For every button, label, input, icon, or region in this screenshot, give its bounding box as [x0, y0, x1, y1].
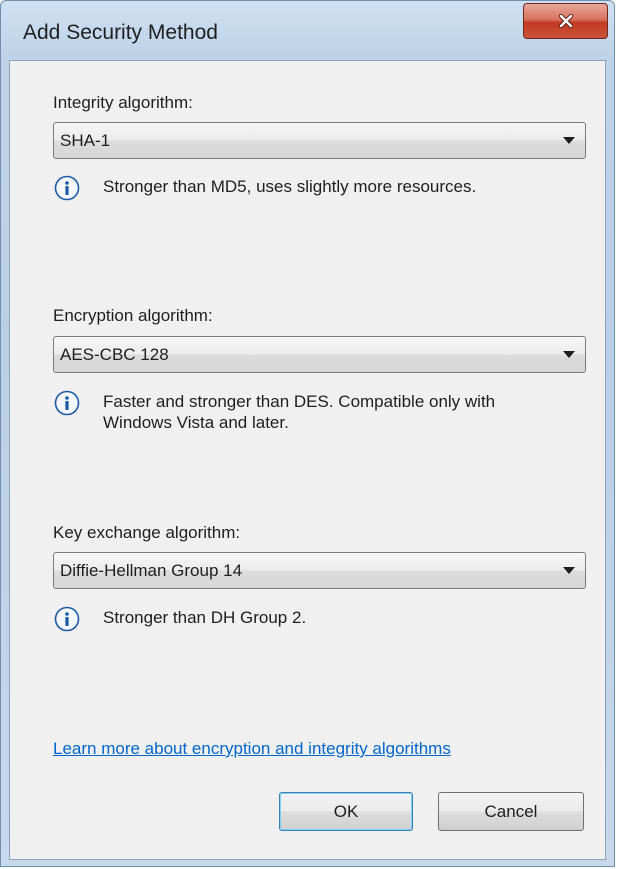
- close-icon: [558, 13, 573, 29]
- info-icon: [54, 390, 80, 416]
- encryption-dropdown[interactable]: AES-CBC 128: [53, 336, 586, 373]
- chevron-down-icon: [563, 351, 575, 358]
- key-exchange-info-text: Stronger than DH Group 2.: [103, 608, 307, 627]
- chevron-down-icon: [563, 567, 575, 574]
- close-button[interactable]: [523, 3, 608, 39]
- key-exchange-selected-value: Diffie-Hellman Group 14: [60, 561, 243, 580]
- key-exchange-dropdown[interactable]: Diffie-Hellman Group 14: [53, 552, 586, 589]
- encryption-selected-value: AES-CBC 128: [60, 345, 169, 364]
- window-title: Add Security Method: [23, 21, 218, 44]
- encryption-label: Encryption algorithm:: [53, 306, 213, 325]
- info-icon: [54, 175, 80, 201]
- dialog-window: Add Security Method Integrity algorithm:…: [0, 0, 615, 867]
- integrity-label: Integrity algorithm:: [53, 93, 193, 112]
- cancel-button[interactable]: Cancel: [438, 792, 584, 831]
- integrity-selected-value: SHA-1: [60, 131, 111, 150]
- title-bar[interactable]: Add Security Method: [1, 1, 614, 61]
- info-icon: [54, 606, 80, 632]
- key-exchange-label: Key exchange algorithm:: [53, 523, 241, 542]
- integrity-dropdown[interactable]: SHA-1: [53, 122, 586, 159]
- dialog-content: Integrity algorithm: SHA-1 Stronger than…: [9, 60, 606, 860]
- integrity-info-text: Stronger than MD5, uses slightly more re…: [103, 177, 477, 196]
- chevron-down-icon: [563, 137, 575, 144]
- learn-more-link[interactable]: Learn more about encryption and integrit…: [53, 739, 451, 759]
- ok-button[interactable]: OK: [279, 792, 413, 831]
- encryption-info-text: Faster and stronger than DES. Compatible…: [103, 392, 496, 432]
